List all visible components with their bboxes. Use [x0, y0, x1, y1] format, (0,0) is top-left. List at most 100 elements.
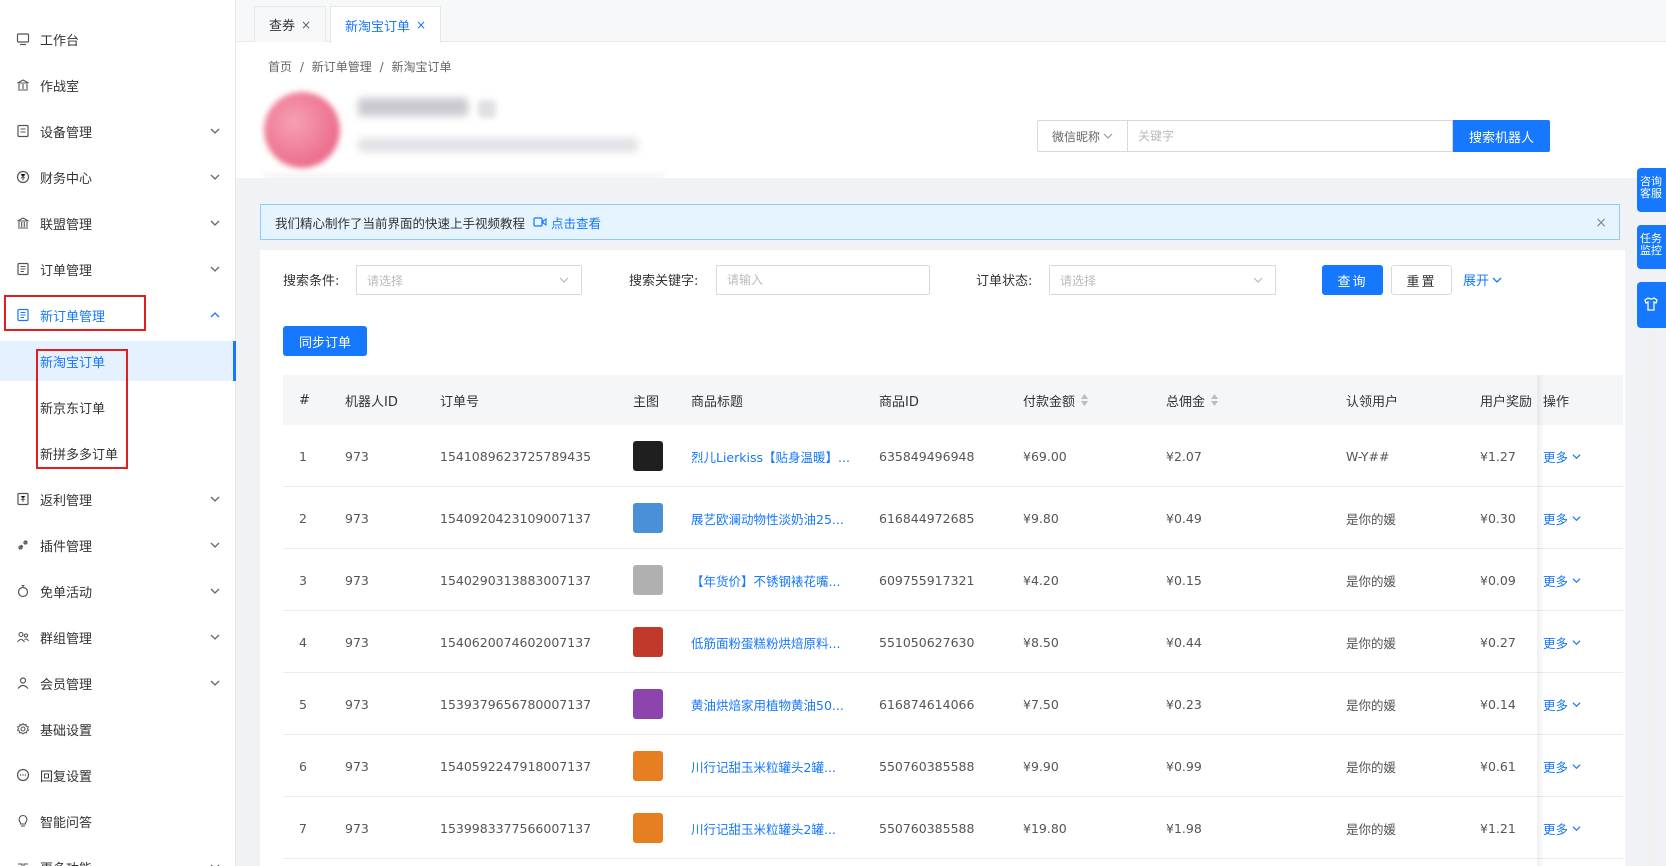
breadcrumb-new-order-mgmt[interactable]: 新订单管理	[312, 60, 372, 74]
sidebar-item-2[interactable]: 设备管理	[0, 111, 236, 151]
product-thumbnail[interactable]	[633, 813, 663, 843]
cell-title[interactable]: 川行记甜玉米粒罐头2罐...	[691, 735, 836, 797]
more-actions-label: 更多	[1543, 821, 1569, 837]
column-header-label: 总佣金	[1166, 394, 1206, 410]
close-icon[interactable]: ×	[301, 18, 311, 32]
sidebar-subitem-label: 新淘宝订单	[40, 355, 106, 371]
keyword-label: 搜索关键字:	[629, 274, 699, 289]
product-thumbnail[interactable]	[633, 751, 663, 781]
sidebar-item-15[interactable]: 更多功能	[0, 847, 236, 866]
product-thumbnail[interactable]	[633, 627, 663, 657]
product-thumbnail[interactable]	[633, 689, 663, 719]
cell-reward: ¥0.27	[1480, 634, 1516, 650]
notice-text: 我们精心制作了当前界面的快速上手视频教程	[275, 215, 526, 231]
cell-actions: 更多	[1543, 797, 1581, 859]
group-icon	[16, 630, 30, 644]
chevron-down-icon	[210, 677, 220, 687]
more-actions-button[interactable]: 更多	[1543, 571, 1581, 590]
close-icon[interactable]: ×	[1595, 215, 1607, 231]
sidebar-item-3[interactable]: 财务中心	[0, 157, 236, 197]
sidebar-item-1[interactable]: 作战室	[0, 65, 236, 105]
sidebar-item-10[interactable]: 群组管理	[0, 617, 236, 657]
shirt-button[interactable]	[1637, 282, 1666, 328]
search-type-select[interactable]: 微信昵称	[1037, 120, 1127, 152]
more-actions-button[interactable]: 更多	[1543, 819, 1581, 838]
cell-commission: ¥0.44	[1166, 634, 1202, 650]
cell-commission: ¥0.49	[1166, 510, 1202, 526]
view-tutorial-link[interactable]: 点击查看	[533, 213, 601, 232]
bulb-icon	[16, 814, 30, 828]
reset-button[interactable]: 重置	[1391, 265, 1452, 295]
device-icon	[16, 124, 30, 138]
sidebar-item-4[interactable]: 联盟管理	[0, 203, 236, 243]
cell-title[interactable]: 低筋面粉蛋糕粉烘焙原料...	[691, 611, 840, 673]
table-row: 1 973 1541089623725789435 烈儿Lierkiss【贴身温暖】.…	[283, 425, 1623, 487]
chevron-down-icon	[1568, 449, 1581, 464]
robot-keyword-input[interactable]	[1127, 120, 1453, 152]
tab-new-taobao-order[interactable]: 新淘宝订单 ×	[330, 6, 442, 43]
column-header[interactable]: 付款金额	[1023, 375, 1089, 425]
chevron-down-icon	[1568, 821, 1581, 836]
robot-avatar	[264, 92, 340, 168]
sidebar-item-label: 更多功能	[40, 858, 92, 866]
robot-badge-blurred	[478, 100, 496, 118]
breadcrumb-home[interactable]: 首页	[268, 60, 292, 74]
task-monitor-button[interactable]: 任务监控	[1637, 225, 1666, 269]
query-button[interactable]: 查询	[1322, 265, 1383, 295]
status-select[interactable]: 请选择	[1049, 265, 1276, 295]
sidebar-item-7[interactable]: 返利管理	[0, 479, 236, 519]
sidebar-item-5[interactable]: 订单管理	[0, 249, 236, 289]
breadcrumb-separator: /	[299, 60, 304, 74]
cell-title[interactable]: 川行记甜玉米粒罐头2罐...	[691, 797, 836, 859]
product-thumbnail[interactable]	[633, 565, 663, 595]
more-icon	[16, 860, 30, 866]
close-icon[interactable]: ×	[416, 18, 426, 32]
product-thumbnail-cell	[633, 549, 663, 611]
more-actions-button[interactable]: 更多	[1543, 757, 1581, 776]
cell-title[interactable]: 展艺欧澜动物性淡奶油25...	[691, 487, 844, 549]
bank-icon	[16, 78, 30, 92]
cell-title[interactable]: 【年货价】不锈钢裱花嘴...	[691, 549, 840, 611]
sync-orders-button[interactable]: 同步订单	[283, 326, 367, 356]
condition-select[interactable]: 请选择	[356, 265, 582, 295]
sidebar-subitem-0[interactable]: 新淘宝订单	[0, 341, 236, 381]
cell-title[interactable]: 黄油烘焙家用植物黄油50...	[691, 673, 844, 735]
chevron-down-icon	[210, 493, 220, 503]
sidebar-item-8[interactable]: 插件管理	[0, 525, 236, 565]
sidebar-item-11[interactable]: 会员管理	[0, 663, 236, 703]
more-actions-button[interactable]: 更多	[1543, 633, 1581, 652]
sidebar-item-6[interactable]: 新订单管理	[0, 295, 236, 335]
scrollbar[interactable]	[1648, 310, 1656, 866]
cell-idx: 5	[299, 696, 307, 712]
product-thumbnail[interactable]	[633, 503, 663, 533]
cell-robot-id: 973	[345, 820, 369, 836]
expand-link[interactable]: 展开	[1463, 270, 1502, 289]
column-header[interactable]: 总佣金	[1166, 375, 1219, 425]
sort-icon[interactable]	[1081, 393, 1089, 407]
cell-user: 是你的媛	[1346, 821, 1397, 837]
cell-item-id: 550760385588	[879, 758, 975, 774]
product-thumbnail[interactable]	[633, 441, 663, 471]
customer-service-button[interactable]: 咨询客服	[1637, 168, 1666, 212]
search-robot-button[interactable]: 搜索机器人	[1453, 120, 1550, 152]
cell-user: 是你的媛	[1346, 635, 1397, 651]
more-actions-button[interactable]: 更多	[1543, 447, 1581, 466]
sidebar-subitem-1[interactable]: 新京东订单	[0, 387, 236, 427]
more-actions-button[interactable]: 更多	[1543, 509, 1581, 528]
keyword-input[interactable]	[716, 265, 930, 295]
more-actions-button[interactable]: 更多	[1543, 695, 1581, 714]
sidebar-item-14[interactable]: 智能问答	[0, 801, 236, 841]
cell-item-id: 616844972685	[879, 510, 975, 526]
tab-label: 查券	[269, 19, 296, 34]
tab-label: 新淘宝订单	[345, 19, 411, 35]
sort-icon[interactable]	[1211, 393, 1219, 407]
chevron-down-icon	[1492, 277, 1502, 283]
cell-item-id: 551050627630	[879, 634, 975, 650]
sidebar-item-9[interactable]: 免单活动	[0, 571, 236, 611]
cell-title[interactable]: 烈儿Lierkiss【贴身温暖】...	[691, 425, 850, 487]
tab-quan[interactable]: 查券 ×	[254, 6, 327, 42]
sidebar-subitem-2[interactable]: 新拼多多订单	[0, 433, 236, 473]
sidebar-item-0[interactable]: 工作台	[0, 19, 236, 59]
sidebar-item-13[interactable]: 回复设置	[0, 755, 236, 795]
sidebar-item-12[interactable]: 基础设置	[0, 709, 236, 749]
